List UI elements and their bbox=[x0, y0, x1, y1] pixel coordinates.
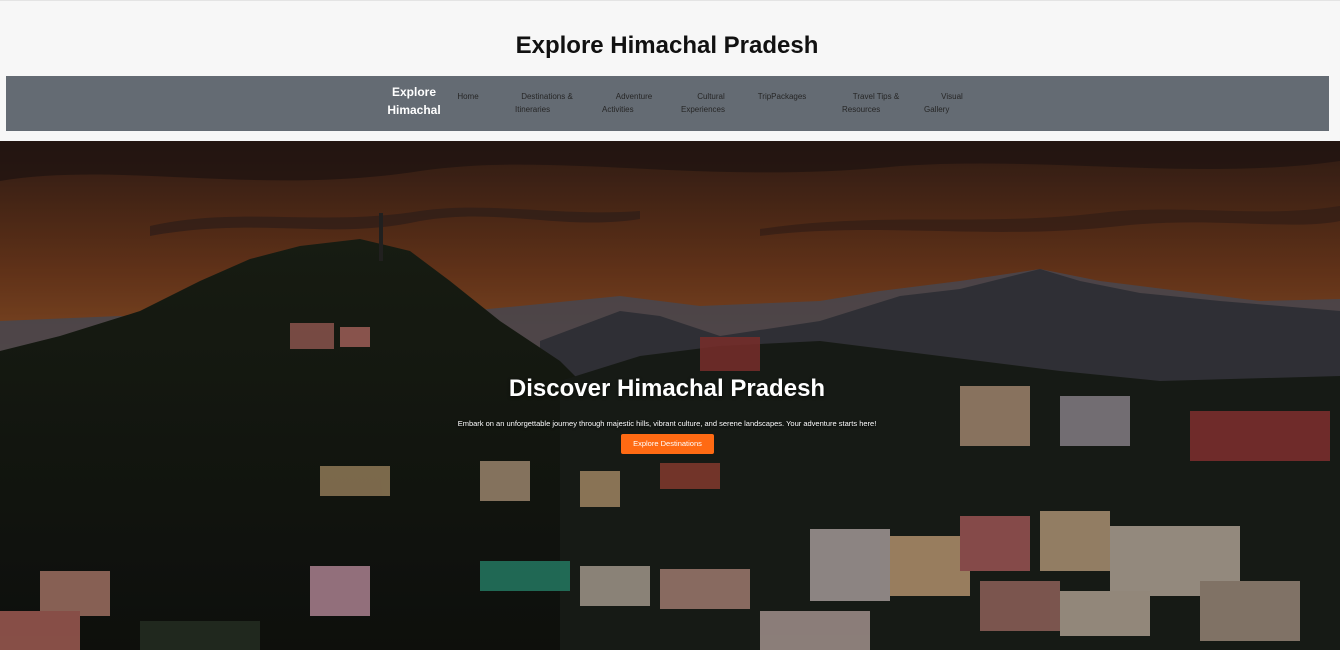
nav-link-label: Cultural bbox=[697, 92, 725, 101]
nav-link-label: Visual bbox=[941, 92, 963, 101]
nav-link-label: Resources bbox=[842, 105, 881, 114]
nav-brand-line1: Explore bbox=[391, 85, 436, 99]
nav-link-destinations[interactable]: Destinations & Itineraries bbox=[509, 90, 585, 116]
nav-link-label: Itineraries bbox=[515, 105, 551, 114]
nav-link-travel-tips[interactable]: Travel Tips & Resources bbox=[834, 90, 904, 116]
site-title: Explore Himachal Pradesh bbox=[515, 32, 819, 59]
nav-link-cultural[interactable]: Cultural Experiences bbox=[670, 90, 736, 116]
page-header: Explore Himachal Pradesh Explore Himacha… bbox=[0, 0, 1340, 141]
nav-link-label: Destinations & bbox=[521, 92, 573, 101]
nav-link-label: Experiences bbox=[680, 105, 726, 114]
nav-link-trip-packages[interactable]: TripPackages bbox=[750, 90, 814, 103]
nav-link-label: Adventure bbox=[615, 92, 653, 101]
nav-link-label: TripPackages bbox=[757, 92, 807, 101]
navbar: Explore Himachal Home Destinations & Iti… bbox=[6, 76, 1329, 131]
nav-link-label: Travel Tips & bbox=[852, 92, 900, 101]
nav-brand-line2: Himachal bbox=[387, 103, 441, 117]
hero-section: Discover Himachal Pradesh Embark on an u… bbox=[0, 141, 1340, 650]
nav-link-label: Home bbox=[457, 92, 479, 101]
nav-link-label: Activities bbox=[602, 105, 634, 114]
hero-title: Discover Himachal Pradesh bbox=[508, 375, 826, 402]
nav-brand[interactable]: Explore Himachal bbox=[378, 83, 450, 119]
nav-link-home[interactable]: Home bbox=[446, 90, 490, 103]
hero-subtitle: Embark on an unforgettable journey throu… bbox=[457, 419, 877, 428]
nav-link-label: Gallery bbox=[924, 105, 950, 114]
explore-destinations-button[interactable]: Explore Destinations bbox=[621, 434, 714, 454]
nav-link-gallery[interactable]: Visual Gallery bbox=[916, 90, 972, 116]
nav-link-adventure[interactable]: Adventure Activities bbox=[596, 90, 660, 116]
